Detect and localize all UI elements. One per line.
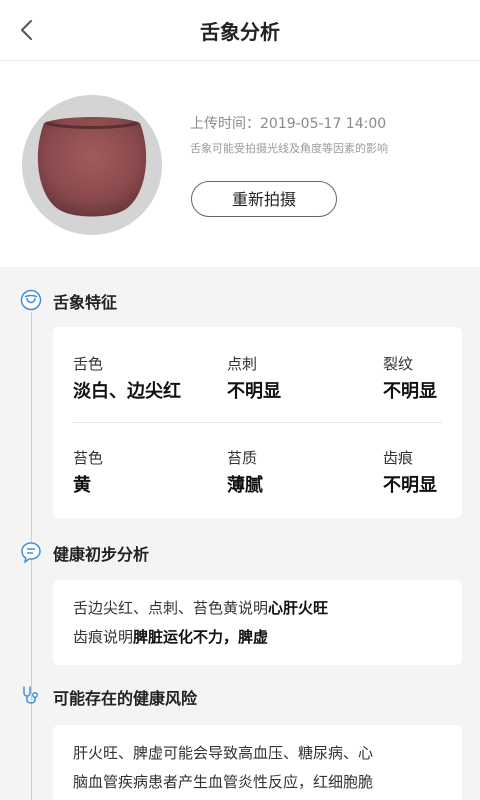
- stethoscope-icon: [23, 686, 38, 704]
- analysis-line-1-text: 舌边尖红、点刺、苔色黄说明: [73, 599, 269, 617]
- analysis-line-2-text: 齿痕说明: [73, 628, 134, 646]
- feature-value: 不明显: [383, 475, 437, 496]
- upload-time-label: 上传时间：: [190, 116, 260, 132]
- risk-card: 肝火旺、脾虚可能会导致高血压、糖尿病、心 脑血管疾病患者产生血管炎性反应，红细胞…: [53, 725, 462, 800]
- feature-label: 舌色: [73, 355, 104, 373]
- feature-value: 薄腻: [227, 475, 263, 496]
- feature-value: 不明显: [383, 381, 437, 402]
- photo-note: 舌象可能受拍摄光线及角度等因素的影响: [190, 142, 388, 155]
- feature-value: 不明显: [227, 381, 281, 402]
- feature-label: 苔质: [227, 449, 258, 467]
- feature-value: 淡白、边尖红: [73, 381, 181, 402]
- nav-bar: 舌象分析: [0, 0, 480, 61]
- page-title: 舌象分析: [200, 20, 280, 44]
- tongue-photo: [22, 95, 162, 235]
- chat-bubble-icon: [21, 542, 41, 563]
- upload-time-value: 2019-05-17 14:00: [260, 116, 387, 132]
- analysis-line-2-emphasis: 脾脏运化不力，脾虚: [133, 628, 269, 646]
- card-divider: [73, 422, 442, 423]
- feature-label: 齿痕: [383, 449, 414, 467]
- feature-label: 点刺: [227, 355, 258, 373]
- features-card: 舌色 淡白、边尖红 点刺 不明显 裂纹 不明显 苔色 黄 苔质 薄腻 齿痕 不明…: [53, 327, 462, 518]
- analysis-line-1-emphasis: 心肝火旺: [268, 599, 329, 617]
- section-title-analysis: 健康初步分析: [53, 545, 150, 564]
- analysis-line-2: 齿痕说明脾脏运化不力，脾虚: [73, 626, 268, 647]
- feature-label: 苔色: [73, 449, 104, 467]
- feature-label: 裂纹: [383, 355, 414, 373]
- section-title-risk: 可能存在的健康风险: [53, 689, 198, 708]
- risk-line-2: 脑血管疾病患者产生血管炎性反应，红细胞脆: [73, 773, 374, 791]
- feature-value: 黄: [73, 475, 91, 496]
- analysis-card: 舌边尖红、点刺、苔色黄说明心肝火旺 齿痕说明脾脏运化不力，脾虚: [53, 580, 462, 665]
- analysis-line-1: 舌边尖红、点刺、苔色黄说明心肝火旺: [73, 597, 328, 618]
- section-title-features: 舌象特征: [53, 293, 118, 312]
- retake-button[interactable]: 重新拍摄: [191, 181, 337, 217]
- upload-time: 上传时间：2019-05-17 14:00: [190, 113, 386, 133]
- risk-line-1: 肝火旺、脾虚可能会导致高血压、糖尿病、心: [73, 744, 374, 762]
- tongue-icon: [20, 289, 42, 311]
- tongue-image: [22, 95, 162, 235]
